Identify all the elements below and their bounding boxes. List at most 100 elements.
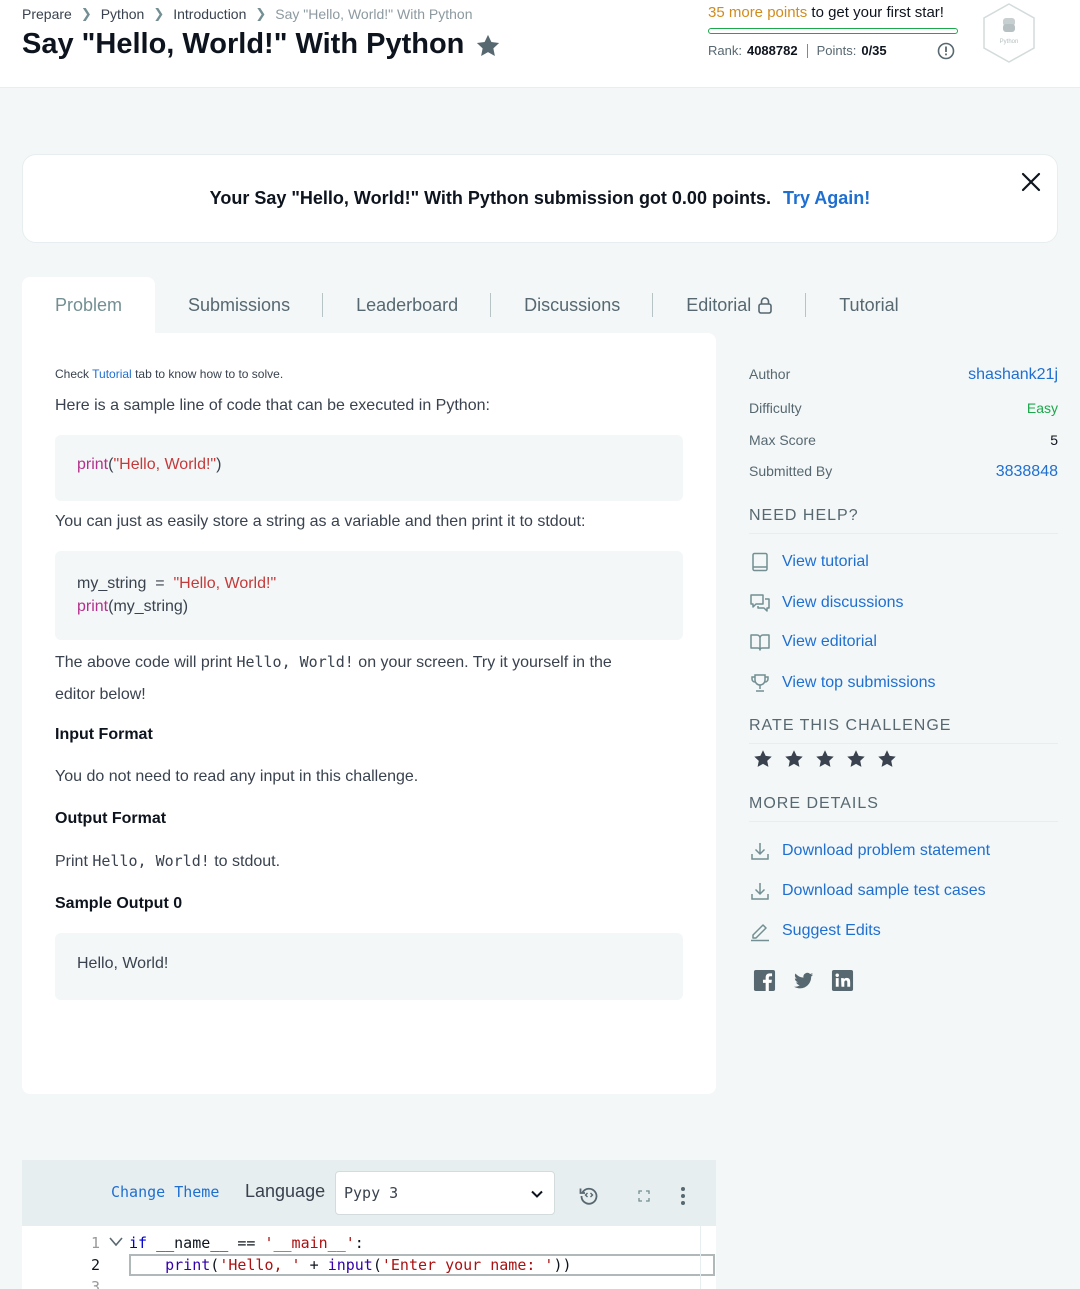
- code-line-2[interactable]: print('Hello, ' + input('Enter your name…: [129, 1256, 571, 1274]
- close-icon[interactable]: [1020, 171, 1042, 193]
- rating-star-icon[interactable]: [845, 748, 867, 770]
- fold-chevron-icon[interactable]: [108, 1236, 124, 1248]
- meta-author: Author shashank21j: [749, 366, 1058, 384]
- info-icon[interactable]: [936, 41, 956, 61]
- rating-stars: [752, 748, 907, 770]
- meta-key: Max Score: [749, 432, 816, 448]
- tab-leaderboard[interactable]: Leaderboard: [323, 277, 492, 333]
- points-label: Points:: [816, 43, 857, 58]
- view-discussions-link[interactable]: View discussions: [749, 592, 904, 614]
- code-line-1[interactable]: if __name__ == '__main__':: [129, 1234, 364, 1252]
- max-score-value: 5: [1050, 432, 1058, 448]
- code-string: "Hello, World!": [113, 456, 217, 473]
- breadcrumb-python[interactable]: Python: [101, 6, 145, 22]
- download-icon: [751, 883, 769, 900]
- breadcrumb: Prepare ❯ Python ❯ Introduction ❯ Say "H…: [22, 6, 473, 22]
- line-number: 1: [90, 1234, 100, 1252]
- suggest-edits-link[interactable]: Suggest Edits: [749, 920, 881, 942]
- rating-star-icon[interactable]: [752, 748, 774, 770]
- tab-label: Leaderboard: [356, 294, 459, 315]
- code-token: (: [372, 1256, 382, 1274]
- twitter-icon[interactable]: [792, 969, 815, 992]
- help-label: View discussions: [782, 594, 904, 611]
- page-header: Prepare ❯ Python ❯ Introduction ❯ Say "H…: [0, 0, 1080, 88]
- meta-submitted-by: Submitted By 3838848: [749, 463, 1058, 481]
- view-top-submissions-link[interactable]: View top submissions: [749, 672, 936, 694]
- meta-key: Difficulty: [749, 400, 802, 416]
- tab-submissions[interactable]: Submissions: [155, 277, 324, 333]
- line-number: 2: [90, 1256, 100, 1274]
- rank-value: 4088782: [746, 43, 798, 58]
- inline-code: Hello, World!: [92, 852, 210, 870]
- code-keyword: print: [77, 598, 109, 615]
- more-options-icon[interactable]: [678, 1186, 688, 1206]
- download-icon: [751, 843, 769, 860]
- help-label: View top submissions: [782, 674, 936, 691]
- intro-text: Here is a sample line of code that can b…: [55, 397, 490, 414]
- code-token: :: [354, 1234, 364, 1252]
- problem-statement-panel: Check Tutorial tab to know how to to sol…: [22, 333, 716, 1094]
- author-link[interactable]: shashank21j: [968, 366, 1058, 384]
- language-value: Pypy 3: [344, 1184, 399, 1202]
- rating-star-icon[interactable]: [876, 748, 898, 770]
- sample-output-heading: Sample Output 0: [55, 895, 183, 912]
- editor-scrollbar-edge: [700, 1226, 701, 1289]
- lock-icon: [758, 297, 773, 314]
- submitted-by-link[interactable]: 3838848: [996, 463, 1058, 481]
- download-sample-test-cases-link[interactable]: Download sample test cases: [749, 880, 986, 902]
- language-label: Language: [245, 1181, 326, 1201]
- sample-output-box: Hello, World!: [55, 933, 683, 1000]
- tab-editorial[interactable]: Editorial: [653, 277, 807, 333]
- chevron-down-icon: [531, 1190, 543, 1198]
- submission-result-text: Your Say "Hello, World!" With Python sub…: [23, 188, 1057, 209]
- view-tutorial-link[interactable]: View tutorial: [749, 551, 869, 573]
- details-label: Download problem statement: [782, 842, 991, 859]
- book-icon: [752, 552, 768, 572]
- code-editor[interactable]: 1 2 3 if __name__ == '__main__': print('…: [22, 1226, 716, 1289]
- tab-tutorial[interactable]: Tutorial: [806, 277, 931, 333]
- note-text: tab to know how to to solve.: [135, 367, 284, 381]
- change-theme-button[interactable]: Change Theme: [111, 1183, 219, 1201]
- rating-star-icon[interactable]: [783, 748, 805, 770]
- tab-problem[interactable]: Problem: [22, 277, 156, 333]
- inline-code: Hello, World!: [236, 653, 354, 671]
- divider: [806, 43, 808, 58]
- try-again-link[interactable]: Try Again!: [783, 188, 870, 208]
- input-format-heading: Input Format: [55, 726, 153, 743]
- output-post: to stdout.: [214, 853, 281, 870]
- tab-label: Tutorial: [839, 294, 899, 315]
- output-format-heading: Output Format: [55, 810, 167, 827]
- fullscreen-icon[interactable]: [638, 1190, 650, 1202]
- input-format-text: You do not need to read any input in thi…: [55, 768, 419, 785]
- tutorial-link[interactable]: Tutorial: [92, 367, 132, 381]
- output-format-text: Print Hello, World! to stdout.: [55, 845, 280, 878]
- language-select[interactable]: Pypy 3: [335, 1171, 555, 1215]
- paragraph-2: You can just as easily store a string as…: [55, 513, 586, 530]
- rating-star-icon[interactable]: [814, 748, 836, 770]
- tab-discussions[interactable]: Discussions: [491, 277, 654, 333]
- submission-message: Your Say "Hello, World!" With Python sub…: [209, 188, 771, 208]
- breadcrumb-introduction[interactable]: Introduction: [173, 6, 246, 22]
- sample-output-text: Hello, World!: [77, 955, 169, 972]
- chevron-right-icon: ❯: [153, 6, 165, 21]
- code-token: __name__ ==: [147, 1234, 265, 1252]
- meta-key: Author: [749, 366, 791, 382]
- reset-code-icon[interactable]: [578, 1184, 600, 1206]
- linkedin-icon[interactable]: [831, 969, 854, 992]
- help-label: View editorial: [782, 633, 877, 650]
- code-token: print: [165, 1256, 211, 1274]
- more-details-heading: MORE DETAILS: [749, 795, 1058, 822]
- pencil-icon: [751, 924, 769, 942]
- facebook-icon[interactable]: [753, 969, 776, 992]
- download-problem-statement-link[interactable]: Download problem statement: [749, 840, 990, 862]
- code-token: input: [327, 1256, 373, 1274]
- bookmark-star-icon[interactable]: [474, 32, 502, 60]
- python-badge-icon[interactable]: Python: [980, 2, 1038, 64]
- rank-points-row: Rank: 4088782 Points: 0/35: [708, 43, 887, 58]
- chevron-right-icon: ❯: [255, 6, 267, 21]
- points-value: 0/35: [861, 43, 887, 58]
- details-label: Suggest Edits: [782, 922, 881, 939]
- tutorial-note: Check Tutorial tab to know how to to sol…: [55, 367, 283, 381]
- view-editorial-link[interactable]: View editorial: [749, 631, 877, 653]
- breadcrumb-prepare[interactable]: Prepare: [22, 6, 72, 22]
